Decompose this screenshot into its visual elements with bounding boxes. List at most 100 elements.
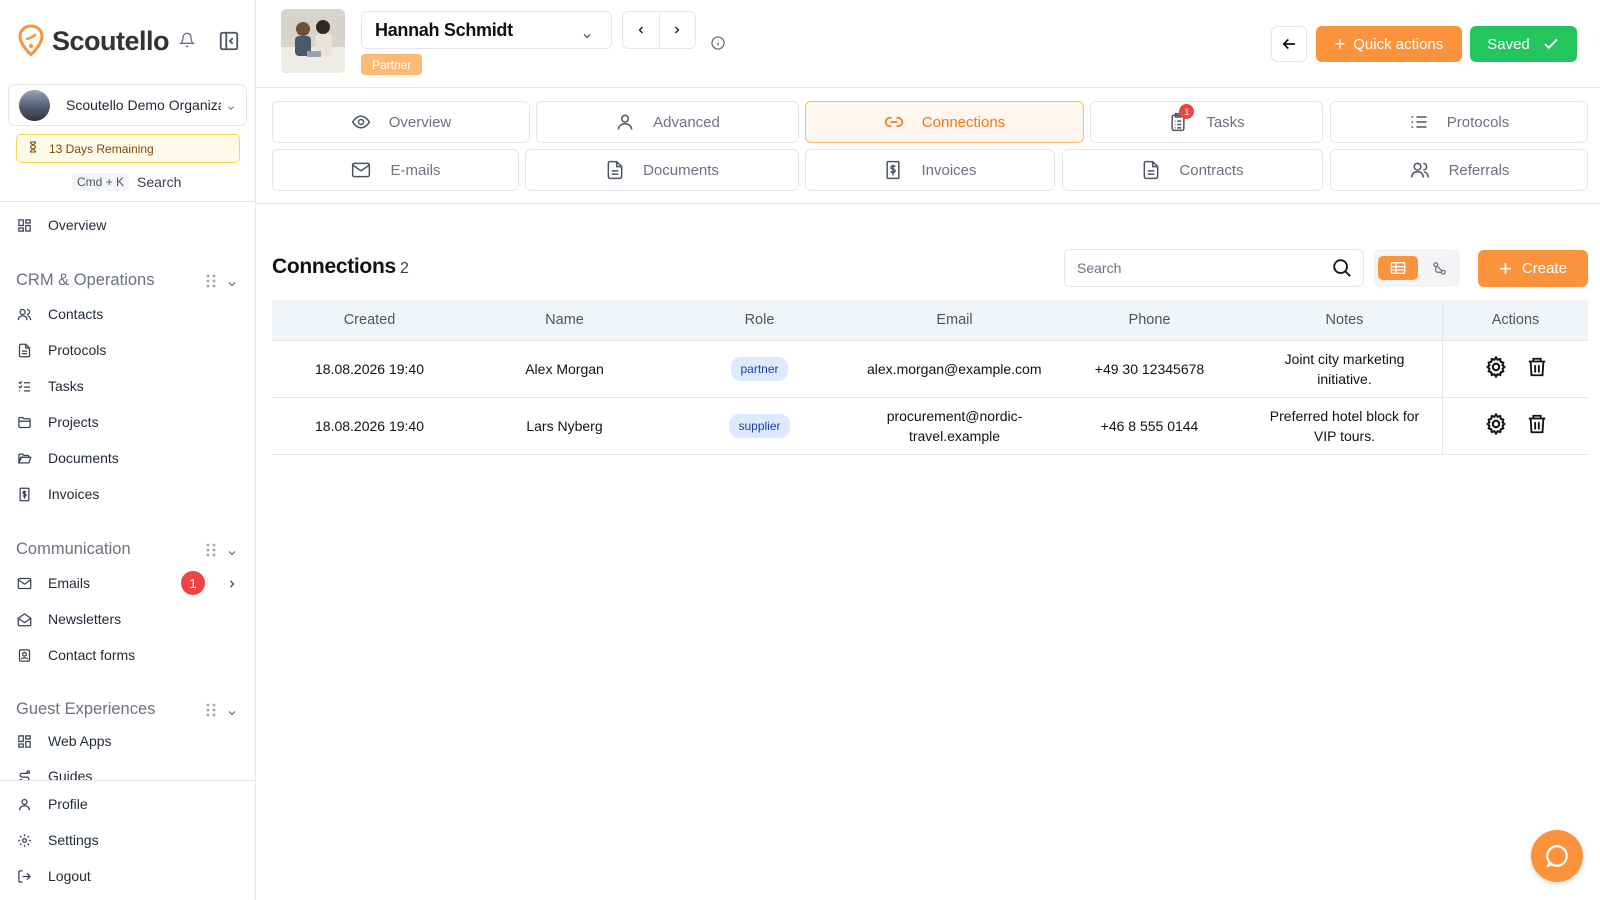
drag-handle-icon[interactable]	[206, 543, 216, 562]
notifications-bell-icon[interactable]	[178, 32, 196, 51]
search-icon[interactable]	[1331, 257, 1353, 282]
column-header-phone[interactable]: Phone	[1052, 300, 1247, 340]
cell-email: procurement@nordic-travel.example	[886, 408, 1023, 444]
sidebar-item-invoices[interactable]: Invoices	[16, 482, 99, 506]
sidebar-item-label: Logout	[48, 868, 91, 884]
sidebar-item-emails[interactable]: Emails	[16, 571, 246, 595]
sidebar-item-protocols[interactable]: Protocols	[16, 338, 106, 362]
tab-label: Advanced	[653, 113, 720, 131]
connections-title: Connections	[272, 255, 396, 278]
chevron-down-icon[interactable]	[226, 705, 238, 724]
gear-icon	[16, 832, 32, 848]
delete-trash-icon[interactable]	[1526, 355, 1548, 384]
sidebar-item-label: Tasks	[48, 378, 84, 394]
sidebar-item-web-apps[interactable]: Web Apps	[16, 729, 112, 753]
tab-invoices[interactable]: Invoices	[805, 149, 1055, 191]
column-header-created[interactable]: Created	[272, 300, 467, 340]
sidebar-item-label: Guides	[48, 768, 93, 780]
chevron-right-icon	[675, 26, 680, 34]
plus-icon: +	[1334, 33, 1346, 54]
table-header: Created Name Role Email Phone Notes Acti…	[272, 300, 1588, 341]
user-icon	[615, 112, 635, 132]
section-communication[interactable]: Communication	[16, 540, 240, 559]
organization-switcher[interactable]: Scoutello Demo Organization	[8, 84, 247, 126]
sidebar-item-contacts[interactable]: Contacts	[16, 302, 103, 326]
brand[interactable]: Scoutello	[18, 24, 170, 59]
sidebar-item-newsletters[interactable]: Newsletters	[16, 607, 121, 631]
contact-photo[interactable]	[281, 9, 345, 73]
tab-advanced[interactable]: Advanced	[536, 101, 799, 143]
settings-gear-icon[interactable]	[1484, 412, 1508, 441]
delete-trash-icon[interactable]	[1526, 412, 1548, 441]
collapse-sidebar-icon[interactable]	[218, 30, 240, 55]
drag-handle-icon[interactable]	[206, 274, 216, 293]
sidebar-item-contact-forms[interactable]: Contact forms	[16, 643, 135, 667]
sidebar-item-label: Newsletters	[48, 611, 122, 627]
table-view-button[interactable]	[1378, 256, 1418, 280]
column-header-name[interactable]: Name	[467, 300, 662, 340]
sidebar-item-label: Invoices	[48, 486, 100, 502]
saved-button[interactable]: Saved	[1470, 26, 1577, 62]
hourglass-icon	[27, 140, 39, 157]
users-icon	[1409, 160, 1431, 180]
view-toggle	[1374, 249, 1460, 287]
cell-phone: +46 8 555 0144	[1100, 418, 1199, 434]
sidebar-item-settings[interactable]: Settings	[16, 828, 99, 852]
tab-protocols[interactable]: Protocols	[1330, 101, 1588, 143]
sidebar-item-tasks[interactable]: Tasks	[16, 374, 84, 398]
previous-record-button[interactable]	[623, 12, 659, 48]
table-row[interactable]: 18.08.2026 19:40 Lars Nyberg supplier pr…	[272, 398, 1588, 455]
cell-email: alex.morgan@example.com	[867, 361, 1042, 377]
sidebar-item-guides[interactable]: Guides	[16, 764, 92, 780]
column-header-role[interactable]: Role	[662, 300, 857, 340]
contact-selector[interactable]: Hannah Schmidt	[361, 11, 612, 49]
drag-handle-icon[interactable]	[206, 703, 216, 722]
check-icon	[1544, 38, 1558, 50]
search-link[interactable]: Search	[137, 174, 181, 190]
chevron-down-icon[interactable]	[226, 545, 238, 564]
tab-label: Referrals	[1448, 161, 1510, 179]
support-chat-button[interactable]	[1531, 830, 1583, 882]
tab-overview[interactable]: Overview	[272, 101, 530, 143]
sidebar-item-label: Documents	[48, 450, 119, 466]
graph-view-button[interactable]	[1422, 256, 1456, 280]
sidebar-item-logout[interactable]: Logout	[16, 864, 91, 888]
settings-gear-icon[interactable]	[1484, 355, 1508, 384]
section-crm-operations[interactable]: CRM & Operations	[16, 271, 240, 290]
section-guest-experiences[interactable]: Guest Experiences	[16, 700, 240, 719]
tab-contracts[interactable]: Contracts	[1062, 149, 1323, 191]
connections-search[interactable]	[1064, 249, 1364, 287]
info-icon[interactable]	[710, 35, 726, 54]
sidebar-item-overview[interactable]: Overview	[16, 213, 106, 237]
table-row[interactable]: 18.08.2026 19:40 Alex Morgan partner ale…	[272, 341, 1588, 398]
column-header-notes[interactable]: Notes	[1247, 300, 1442, 340]
tab-emails[interactable]: E-mails	[272, 149, 519, 191]
scoutello-logo-icon	[18, 24, 44, 59]
users-icon	[16, 306, 32, 322]
user-icon	[16, 796, 32, 812]
next-record-button[interactable]	[658, 12, 695, 48]
search-input[interactable]	[1077, 260, 1307, 276]
file-text-icon	[605, 160, 625, 180]
tab-tasks[interactable]: 1 Tasks	[1090, 101, 1323, 143]
tab-label: E-mails	[390, 161, 441, 179]
sidebar-item-profile[interactable]: Profile	[16, 792, 88, 816]
chevron-left-icon	[638, 26, 643, 34]
list-icon	[1409, 112, 1429, 132]
column-header-email[interactable]: Email	[857, 300, 1052, 340]
quick-actions-button[interactable]: + Quick actions	[1316, 26, 1462, 62]
sidebar: Scoutello Scoutello Demo Organization 13…	[0, 0, 256, 900]
tab-documents[interactable]: Documents	[525, 149, 799, 191]
sidebar-item-projects[interactable]: Projects	[16, 410, 99, 434]
sidebar-item-documents[interactable]: Documents	[16, 446, 119, 470]
chevron-down-icon[interactable]	[226, 276, 238, 295]
create-connection-button[interactable]: + Create	[1478, 250, 1588, 287]
chevron-right-icon[interactable]	[226, 577, 238, 593]
sidebar-item-label: Overview	[48, 217, 107, 233]
tab-connections[interactable]: Connections	[805, 101, 1084, 143]
organization-avatar	[19, 89, 50, 121]
tab-referrals[interactable]: Referrals	[1330, 149, 1588, 191]
back-button[interactable]	[1271, 26, 1307, 62]
sidebar-scroll-clip: Guides	[0, 758, 255, 780]
trial-banner[interactable]: 13 Days Remaining	[16, 134, 240, 163]
